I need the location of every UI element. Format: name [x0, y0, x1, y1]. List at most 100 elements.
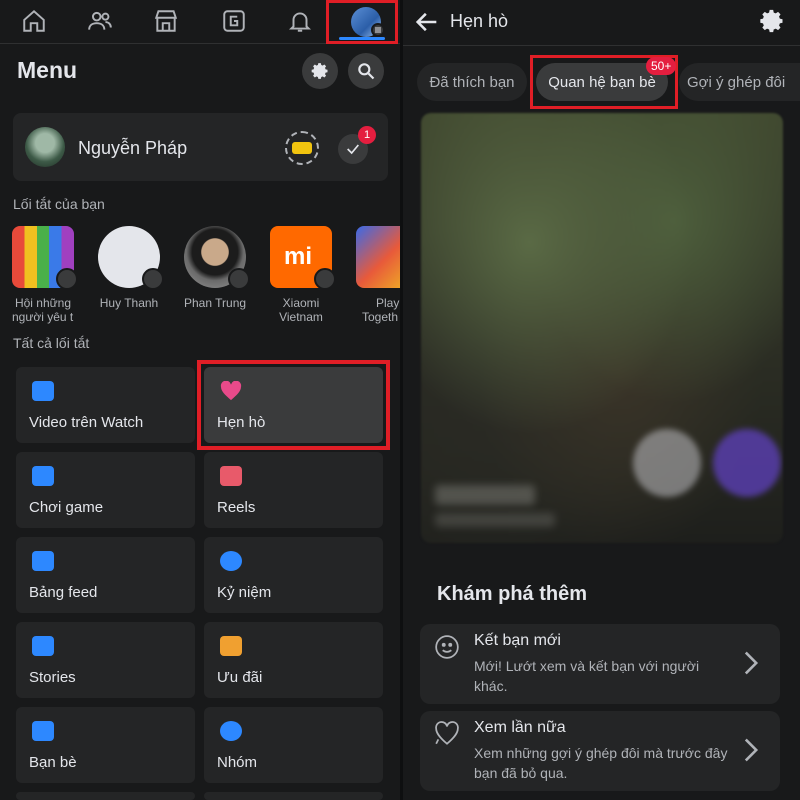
- reels-icon: [220, 466, 242, 486]
- highlight-frame: [197, 360, 390, 450]
- story-icon[interactable]: [285, 131, 319, 165]
- shortcut-image: [184, 226, 250, 290]
- shortcut-item[interactable]: Hội những người yêu t...: [12, 226, 78, 324]
- friends-icon[interactable]: [80, 4, 120, 38]
- gear-icon[interactable]: [758, 7, 786, 35]
- tile-label: Bạn bè: [29, 754, 77, 771]
- home-icon[interactable]: [14, 4, 54, 38]
- active-tab-indicator: [339, 37, 385, 40]
- shortcut-label: Togeth: [362, 310, 399, 324]
- tab-liked-you[interactable]: Đã thích bạn: [417, 63, 527, 101]
- shortcut-label: người yêu t...: [12, 310, 74, 324]
- chevron-right-icon: [744, 738, 759, 762]
- watch-icon: [32, 381, 54, 401]
- marketplace-icon[interactable]: [146, 4, 186, 38]
- menu-panel: Menu Nguyễn Pháp 1 Lối tắt của bạn Hội n…: [0, 0, 400, 800]
- tile-label: Ưu đãi: [217, 669, 263, 686]
- tile-label: Reels: [217, 499, 256, 516]
- gaming-icon: [32, 466, 54, 486]
- notifications-icon[interactable]: [280, 4, 320, 38]
- tile-friends[interactable]: Bạn bè: [16, 707, 195, 783]
- tile-label: Kỷ niệm: [217, 584, 272, 601]
- tile-stories[interactable]: Stories: [16, 622, 195, 698]
- tile-groups[interactable]: Nhóm: [204, 707, 383, 783]
- flag-icon: [314, 268, 336, 290]
- shortcut-label: Play: [376, 296, 400, 310]
- menu-icon: [371, 23, 385, 37]
- shortcut-label: Hội những: [14, 296, 72, 310]
- offers-icon: [220, 636, 242, 656]
- group-icon: [142, 268, 164, 290]
- explore-heading: Khám phá thêm: [437, 583, 588, 605]
- tile-label: Stories: [29, 669, 76, 686]
- profile-card[interactable]: Nguyễn Pháp 1: [13, 113, 388, 181]
- heart-outline-icon: [435, 721, 459, 745]
- avatar: [25, 127, 65, 167]
- shortcut-item[interactable]: Phan Trung: [184, 226, 250, 310]
- profile-preview-card[interactable]: [421, 113, 783, 543]
- search-button[interactable]: [348, 53, 384, 89]
- profile-name: Nguyễn Pháp: [78, 138, 188, 158]
- gear-icon: [311, 63, 328, 79]
- friends-icon: [32, 721, 54, 741]
- dating-header: Hẹn hò: [403, 0, 800, 46]
- tile-gaming[interactable]: Chơi game: [16, 452, 195, 528]
- dismiss-button[interactable]: [633, 429, 701, 497]
- shortcut-image: [12, 226, 78, 290]
- back-arrow-icon[interactable]: [413, 8, 441, 36]
- explore-item-title: Kết bạn mới: [474, 632, 561, 649]
- tile-label: Video trên Watch: [29, 414, 144, 431]
- tile-watch[interactable]: Video trên Watch: [16, 367, 195, 443]
- page-title: Hẹn hò: [450, 11, 509, 31]
- shortcut-label: Huy Thanh: [99, 296, 159, 310]
- tab-match-suggestions[interactable]: Gợi ý ghép đôi: [679, 63, 800, 101]
- all-shortcuts-heading: Tất cả lối tắt: [13, 335, 90, 351]
- shortcut-image: [98, 226, 164, 290]
- screen: Menu Nguyễn Pháp 1 Lối tắt của bạn Hội n…: [0, 0, 800, 800]
- tile-label: Chơi game: [29, 499, 104, 516]
- feed-icon: [32, 551, 54, 571]
- shortcut-item[interactable]: Huy Thanh: [98, 226, 164, 310]
- group-icon: [228, 268, 250, 290]
- explore-item-new-friends[interactable]: Kết bạn mới Mới! Lướt xem và kết bạn với…: [420, 624, 780, 704]
- shortcut-label: Phan Trung: [184, 296, 246, 310]
- blurred-name: [435, 485, 535, 505]
- tile-partial: [16, 792, 195, 800]
- explore-item-title: Xem lần nữa: [474, 719, 566, 736]
- tile-reels[interactable]: Reels: [204, 452, 383, 528]
- shortcut-item[interactable]: Play Togeth: [356, 226, 400, 324]
- shortcuts-heading: Lối tắt của bạn: [13, 196, 105, 212]
- settings-button[interactable]: [302, 53, 338, 89]
- group-icon: [56, 268, 78, 290]
- shortcut-image: [356, 226, 400, 288]
- shortcut-label: Xiaomi: [282, 296, 320, 310]
- tile-memories[interactable]: Kỷ niệm: [204, 537, 383, 613]
- top-navigation: [0, 0, 400, 44]
- explore-item-review[interactable]: Xem lần nữa Xem những gợi ý ghép đôi mà …: [420, 711, 780, 791]
- notification-badge: 1: [358, 126, 376, 144]
- groups-icon: [220, 721, 242, 741]
- xiaomi-logo: mi: [284, 243, 313, 270]
- page-title: Menu: [17, 57, 78, 83]
- dating-panel: Hẹn hò Đã thích bạn Quan hệ bạn bè Gợi ý…: [403, 0, 800, 800]
- chevron-right-icon: [744, 651, 759, 675]
- shortcut-item[interactable]: mi Xiaomi Vietnam: [270, 226, 336, 324]
- stories-icon: [32, 636, 54, 656]
- search-icon: [358, 63, 375, 80]
- memories-icon: [220, 551, 242, 571]
- menu-profile-tab[interactable]: [326, 0, 398, 44]
- shortcut-label: Vietnam: [279, 310, 323, 324]
- check-icon: [347, 144, 359, 155]
- smile-icon: [435, 635, 459, 659]
- blurred-subtitle: [435, 513, 555, 527]
- tile-label: Nhóm: [217, 754, 258, 771]
- explore-item-desc: Mới! Lướt xem và kết bạn với người khác.: [474, 658, 700, 694]
- tile-offers[interactable]: Ưu đãi: [204, 622, 383, 698]
- gaming-icon[interactable]: [214, 4, 254, 38]
- tile-feed[interactable]: Bảng feed: [16, 537, 195, 613]
- like-button[interactable]: [713, 429, 781, 497]
- tile-partial: [204, 792, 383, 800]
- count-badge: 50+: [646, 57, 677, 75]
- explore-item-desc: Xem những gợi ý ghép đôi mà trước đây bạ…: [474, 745, 728, 781]
- shortcut-image: mi: [270, 226, 336, 290]
